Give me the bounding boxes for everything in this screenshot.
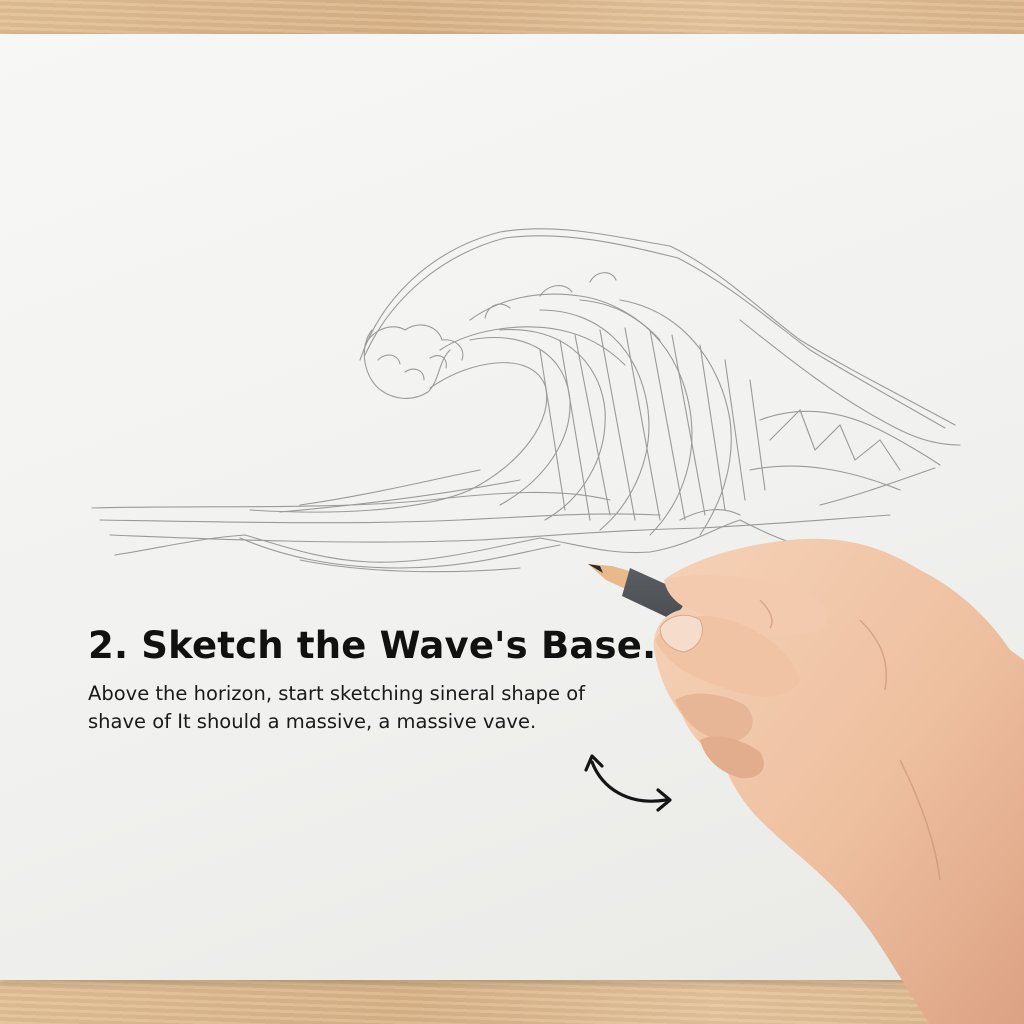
curved-double-arrow-icon: [584, 754, 672, 812]
step-title: 2. Sketch the Wave's Base.: [88, 624, 657, 667]
wave-pencil-sketch: [91, 228, 961, 573]
step-instructions: Above the horizon, start sketching siner…: [88, 682, 586, 733]
